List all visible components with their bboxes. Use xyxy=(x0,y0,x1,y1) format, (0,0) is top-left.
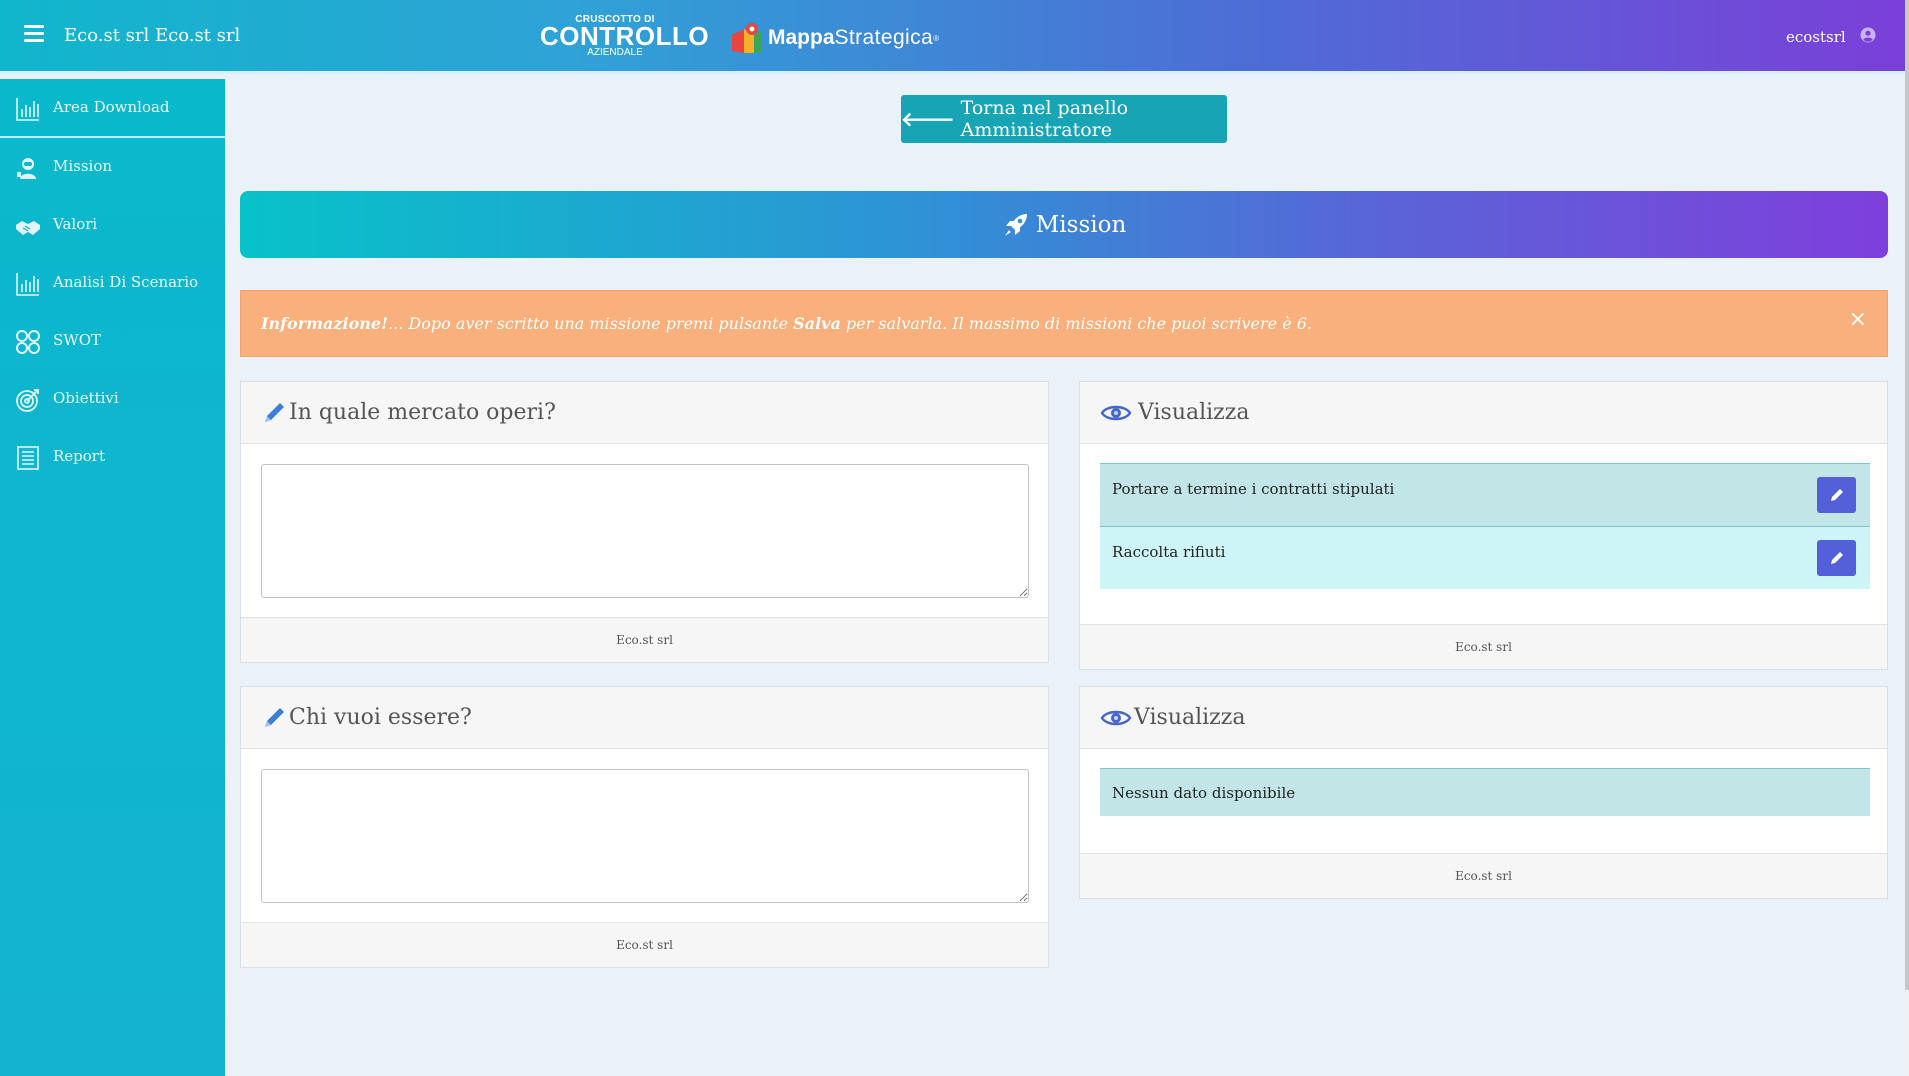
question-card-chi-vuoi-essere: Chi vuoi essere? Eco.st srl xyxy=(240,686,1049,968)
swot-icon xyxy=(16,330,40,354)
top-navbar: Eco.st srl Eco.st srl CRUSCOTTO DI CONTR… xyxy=(0,0,1909,74)
sidebar-item-label: Valori xyxy=(53,215,98,233)
chi-vuoi-essere-textarea[interactable] xyxy=(261,769,1029,903)
info-alert: Informazione!... Dopo aver scritto una m… xyxy=(240,290,1888,357)
sidebar-item-analisi-di-scenario[interactable]: Analisi Di Scenario xyxy=(0,254,225,312)
list-item: Raccolta rifiuti xyxy=(1100,526,1870,589)
card-header: In quale mercato operi? xyxy=(241,382,1048,444)
alert-text-part1: ... Dopo aver scritto una missione premi… xyxy=(388,314,794,333)
card-footer: Eco.st srl xyxy=(241,617,1048,662)
card-header: Chi vuoi essere? xyxy=(241,687,1048,749)
bar-chart-icon xyxy=(16,98,39,121)
logo-main-text: CONTROLLO xyxy=(540,21,710,51)
sidebar-item-obiettivi[interactable]: Obiettivi xyxy=(0,370,225,428)
alert-close-button[interactable]: × xyxy=(1849,307,1867,332)
arrow-left-icon: 🡐 xyxy=(901,107,955,131)
alert-salva-word: Salva xyxy=(793,314,841,333)
edit-button[interactable] xyxy=(1817,540,1856,576)
card-header: Visualizza xyxy=(1080,382,1887,444)
target-icon xyxy=(16,389,39,412)
back-button-label: Torna nel panello Amministratore xyxy=(960,97,1129,141)
card-title: Visualizza xyxy=(1138,400,1250,425)
sidebar-item-label: Area Download xyxy=(53,98,170,116)
card-title: In quale mercato operi? xyxy=(289,400,556,425)
edit-button[interactable] xyxy=(1817,477,1856,513)
rocket-icon xyxy=(1004,213,1027,236)
logo2-part1: Mappa xyxy=(768,26,835,49)
cruscotto-logo: CRUSCOTTO DI CONTROLLO AZIENDALE xyxy=(540,14,710,60)
mappa-strategica-logo: Mappa Strategica ® xyxy=(730,18,939,58)
sidebar-item-valori[interactable]: Valori xyxy=(0,196,225,254)
pencil-icon xyxy=(265,402,284,422)
alert-text-part2: per salvarla. Il massimo di missioni che… xyxy=(840,314,1313,333)
pencil-icon xyxy=(1830,552,1843,564)
empty-state-row: Nessun dato disponibile xyxy=(1100,768,1870,816)
sidebar: Area Download Mission Valori Analisi Di … xyxy=(0,79,225,1076)
visualizza-card-mercato: Visualizza Portare a termine i contratti… xyxy=(1079,381,1888,670)
sidebar-item-label: Obiettivi xyxy=(53,389,119,407)
bar-chart-icon xyxy=(16,273,39,296)
eye-icon xyxy=(1100,405,1132,420)
sidebar-item-label: Report xyxy=(53,447,106,465)
sidebar-item-report[interactable]: Report xyxy=(0,428,225,486)
card-title: Visualizza xyxy=(1134,705,1246,730)
list-item-text: Raccolta rifiuti xyxy=(1112,543,1226,561)
pencil-icon xyxy=(265,707,284,727)
sidebar-item-swot[interactable]: SWOT xyxy=(0,312,225,370)
company-name: Eco.st srl Eco.st srl xyxy=(64,25,241,46)
page-scrollbar[interactable] xyxy=(1905,0,1909,1076)
back-to-admin-button[interactable]: 🡐 Torna nel panello Amministratore xyxy=(901,95,1227,143)
username[interactable]: ecostsrl xyxy=(1786,28,1846,46)
card-header: Visualizza xyxy=(1080,687,1887,749)
list-item-text: Portare a termine i contratti stipulati xyxy=(1112,480,1395,498)
list-item: Portare a termine i contratti stipulati xyxy=(1100,463,1870,526)
page-title-banner: Mission xyxy=(240,191,1888,258)
sidebar-item-label: Mission xyxy=(53,157,113,175)
sidebar-item-area-download[interactable]: Area Download xyxy=(0,79,225,138)
card-footer: Eco.st srl xyxy=(1080,853,1887,898)
registered-mark: ® xyxy=(933,33,939,43)
sidebar-item-mission[interactable]: Mission xyxy=(0,138,225,196)
question-card-mercato: In quale mercato operi? Eco.st srl xyxy=(240,381,1049,663)
hamburger-menu-icon[interactable] xyxy=(24,25,44,43)
sidebar-item-label: SWOT xyxy=(53,331,101,349)
logo2-part2: Strategica xyxy=(834,26,934,49)
user-circle-icon[interactable] xyxy=(1860,27,1876,43)
page-title: Mission xyxy=(1035,211,1127,238)
sidebar-item-label: Analisi Di Scenario xyxy=(53,273,199,291)
eye-icon xyxy=(1100,710,1132,725)
card-footer: Eco.st srl xyxy=(241,922,1048,967)
empty-state-text: Nessun dato disponibile xyxy=(1112,784,1296,802)
scrollbar-thumb[interactable] xyxy=(1905,0,1909,990)
astronaut-icon xyxy=(17,158,36,179)
mercato-textarea[interactable] xyxy=(261,464,1029,598)
pencil-icon xyxy=(1830,489,1843,501)
card-footer: Eco.st srl xyxy=(1080,624,1887,669)
document-icon xyxy=(17,446,39,470)
map-marker-logo-icon xyxy=(732,23,762,53)
visualizza-card-chi-vuoi-essere: Visualizza Nessun dato disponibile Eco.s… xyxy=(1079,686,1888,899)
mission-list: Portare a termine i contratti stipulati … xyxy=(1100,463,1870,589)
card-title: Chi vuoi essere? xyxy=(289,705,472,730)
alert-text: Informazione!... Dopo aver scritto una m… xyxy=(261,314,1312,333)
alert-strong: Informazione! xyxy=(261,314,389,333)
handshake-icon xyxy=(16,221,40,235)
